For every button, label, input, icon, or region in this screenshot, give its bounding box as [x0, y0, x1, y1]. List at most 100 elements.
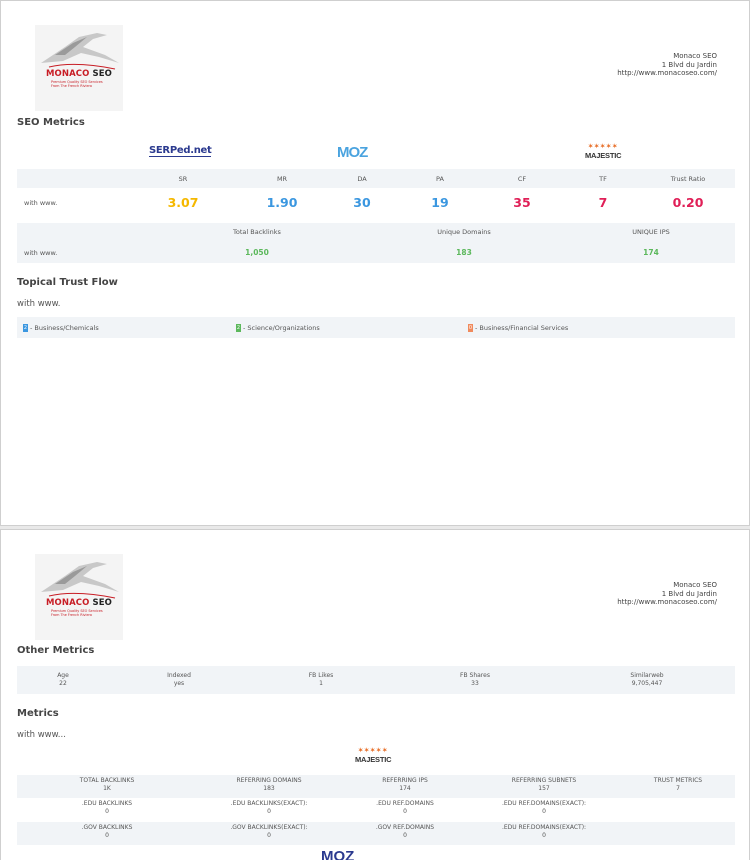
majestic-stars-icon: ✶✶✶✶✶	[358, 748, 389, 754]
topical-item-0: 2 - Business/Chemicals	[23, 324, 99, 332]
logo-name: MONACO SEO	[37, 598, 121, 608]
metric-value-r2c1: 0	[267, 832, 271, 839]
seo-value-pa: 19	[431, 195, 449, 210]
topical-score-badge: 2	[23, 324, 28, 332]
metric-label-r0c2: REFERRING IPS	[382, 777, 428, 784]
moz-logo: MOZ	[337, 144, 368, 161]
other-metric-label-4: Similarweb	[630, 672, 664, 679]
seo-header-tf: TF	[599, 175, 607, 183]
report-page-2: MONACO SEO Premium Quality SEO Services …	[0, 529, 750, 860]
seo-value-mr: 1.90	[266, 195, 298, 210]
other-metric-label-0: Age	[57, 672, 69, 679]
company-logo-2: MONACO SEO Premium Quality SEO Services …	[35, 554, 123, 640]
logo-name-part2: SEO	[92, 598, 112, 608]
metric-value-r1c3: 0	[542, 808, 546, 815]
logo-name-part2: SEO	[92, 69, 112, 79]
metric-label-r1c2: .EDU REF.DOMAINS	[376, 800, 434, 807]
seo-header-cf: CF	[517, 175, 527, 183]
topical-score-badge: 0	[468, 324, 473, 332]
majestic-logo-text: MAJESTIC	[355, 755, 392, 764]
company-address: Monaco SEO 1 Blvd du Jardin http://www.m…	[617, 52, 717, 78]
topical-note: with www.	[17, 299, 61, 309]
metric-label-r0c1: REFERRING DOMAINS	[236, 777, 302, 784]
report-page-1: MONACO SEO Premium Quality SEO Services …	[0, 0, 750, 526]
seo-value-trust-ratio: 0.20	[672, 195, 704, 210]
moz-logo-partial: MOZ	[321, 848, 355, 860]
other-metric-label-3: FB Shares	[460, 672, 490, 679]
address-url[interactable]: http://www.monacoseo.com/	[617, 598, 717, 607]
seo-header-sr: SR	[178, 175, 188, 183]
seo-header-trust-ratio: Trust Ratio	[670, 175, 706, 183]
company-address-2: Monaco SEO 1 Blvd du Jardin http://www.m…	[617, 581, 717, 607]
majestic-stars-icon: ✶✶✶✶✶	[588, 144, 619, 150]
backlinks-value-2: 174	[643, 248, 659, 257]
metric-value-r0c1: 183	[263, 785, 275, 792]
logo-tagline: Premium Quality SEO Services From The Fr…	[51, 80, 103, 88]
logo-tagline: Premium Quality SEO Services From The Fr…	[51, 609, 103, 617]
metric-value-r0c4: 7	[676, 785, 680, 792]
topical-item-1: 2 - Science/Organizations	[236, 324, 320, 332]
logo-tagline-line2: From The French Riviera	[51, 613, 93, 617]
metrics-title: Metrics	[17, 708, 59, 719]
seo-value-tf: 7	[598, 195, 608, 210]
address-company: Monaco SEO	[673, 581, 717, 589]
backlinks-value-0: 1,050	[245, 248, 269, 257]
metric-value-r0c3: 157	[538, 785, 550, 792]
logo-tagline-line2: From The French Riviera	[51, 84, 93, 88]
serped-logo-text: SERPed.net	[149, 145, 212, 157]
topical-item-2: 0 - Business/Financial Services	[468, 324, 568, 332]
metric-value-r2c0: 0	[105, 832, 109, 839]
metrics-note: with www...	[17, 730, 66, 740]
mountain-logo-icon	[41, 562, 119, 599]
serped-logo: SERPed.net	[149, 145, 212, 157]
metric-label-r0c3: REFERRING SUBNETS	[511, 777, 577, 784]
majestic-logo: ✶✶✶✶✶ MAJESTIC	[585, 144, 622, 160]
metric-label-r2c3: .EDU REF.DOMAINS(EXACT):	[501, 824, 587, 831]
seo-value-sr: 3.07	[167, 195, 199, 210]
backlinks-header-0: Total Backlinks	[233, 228, 281, 236]
topical-category-label: - Business/Financial Services	[475, 324, 569, 332]
other-metrics-title: Other Metrics	[17, 645, 95, 656]
topical-category-label: - Science/Organizations	[243, 324, 320, 332]
topical-category-label: - Business/Chemicals	[30, 324, 99, 332]
logo-name-part1: MONACO	[46, 598, 90, 608]
metric-label-r2c2: .GOV REF.DOMAINS	[375, 824, 435, 831]
metric-label-r2c0: .GOV BACKLINKS	[81, 824, 133, 831]
address-street: 1 Blvd du Jardin	[661, 60, 717, 69]
metric-label-r1c3: .EDU REF.DOMAINS(EXACT):	[501, 800, 587, 807]
topical-trust-flow-title: Topical Trust Flow	[17, 277, 118, 288]
metric-label-r1c1: .EDU BACKLINKS(EXACT):	[230, 800, 308, 807]
other-metric-label-2: FB Likes	[308, 672, 334, 679]
metric-value-r2c2: 0	[403, 832, 407, 839]
backlinks-header-1: Unique Domains	[437, 228, 491, 236]
seo-header-mr: MR	[276, 175, 288, 183]
metric-value-r1c0: 0	[105, 808, 109, 815]
majestic-logo-text: MAJESTIC	[585, 151, 622, 160]
topical-score-badge: 2	[236, 324, 241, 332]
seo-value-cf: 35	[513, 195, 531, 210]
other-metric-value-3: 33	[471, 680, 479, 687]
company-logo: MONACO SEO Premium Quality SEO Services …	[35, 25, 123, 111]
logo-name-part1: MONACO	[46, 69, 90, 79]
logo-name: MONACO SEO	[37, 69, 121, 79]
seo-header-da: DA	[357, 175, 367, 183]
seo-metrics-title: SEO Metrics	[17, 117, 85, 128]
metric-value-r0c0: 1K	[103, 785, 111, 792]
address-company: Monaco SEO	[673, 52, 717, 60]
backlinks-header-2: UNIQUE IPS	[632, 228, 670, 236]
other-metric-label-1: Indexed	[167, 672, 191, 679]
metric-value-r2c3: 0	[542, 832, 546, 839]
metric-label-r0c0: TOTAL BACKLINKS	[79, 777, 135, 784]
backlinks-row-label: with www.	[24, 249, 58, 257]
other-metric-value-2: 1	[319, 680, 323, 687]
address-url[interactable]: http://www.monacoseo.com/	[617, 69, 717, 78]
metric-label-r2c1: .GOV BACKLINKS(EXACT):	[230, 824, 308, 831]
mountain-logo-icon	[41, 33, 119, 70]
backlinks-value-1: 183	[456, 248, 472, 257]
address-street: 1 Blvd du Jardin	[661, 589, 717, 598]
other-metric-value-4: 9,705,447	[631, 680, 663, 687]
metric-value-r1c1: 0	[267, 808, 271, 815]
topical-band	[17, 317, 735, 338]
metric-label-r1c0: .EDU BACKLINKS	[81, 800, 133, 807]
seo-header-pa: PA	[436, 175, 444, 183]
